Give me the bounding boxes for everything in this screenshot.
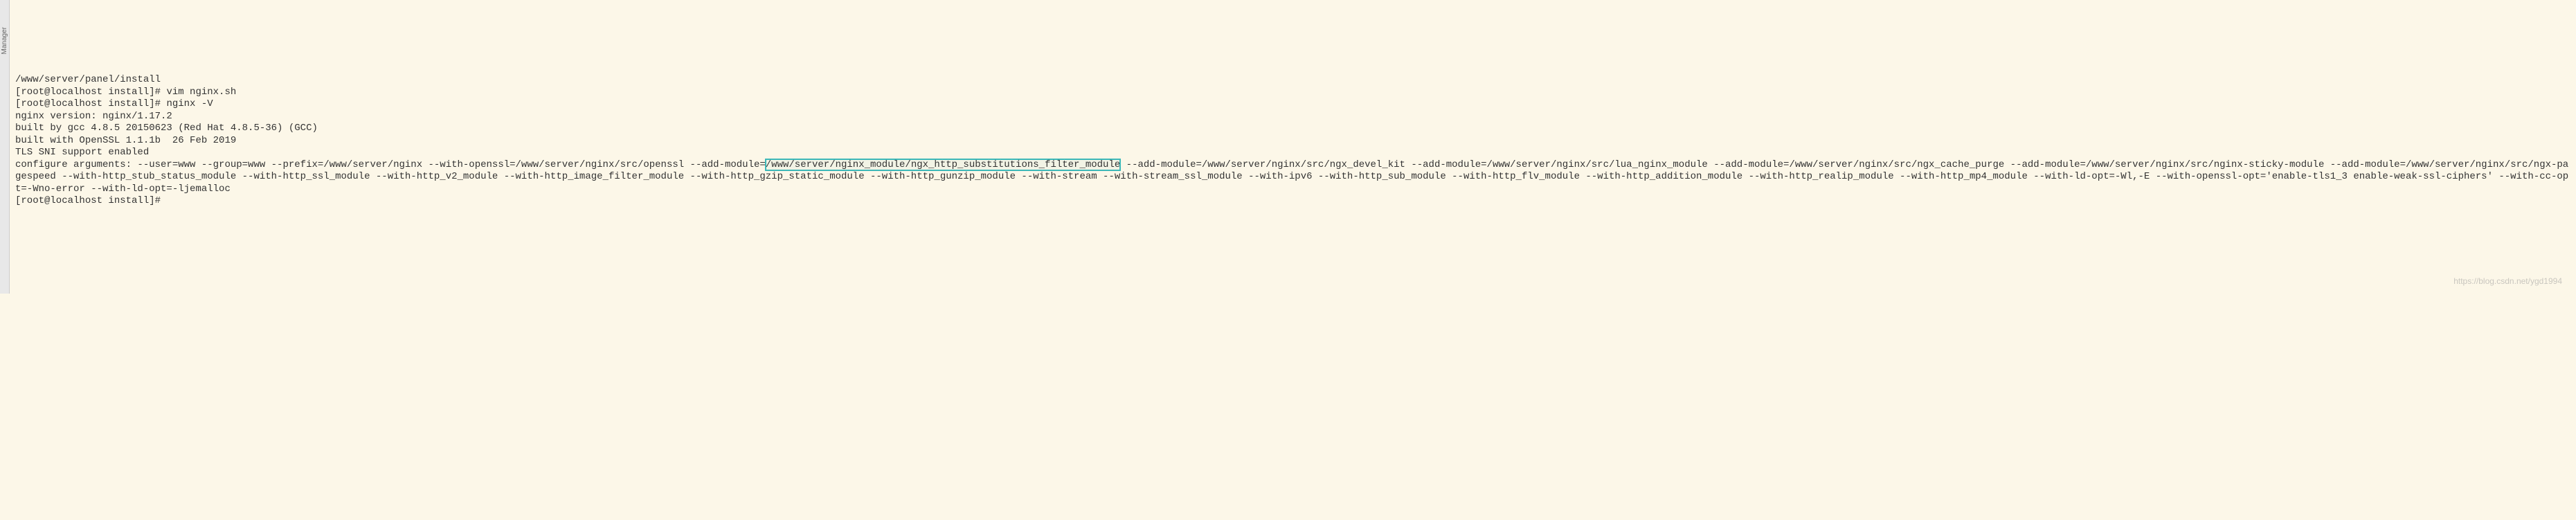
highlighted-module-path: /www/server/nginx_module/ngx_http_substi… <box>766 159 1120 170</box>
built-with: built with OpenSSL 1.1.1b 26 Feb 2019 <box>15 135 236 146</box>
prompt: [root@localhost install]# <box>15 195 161 206</box>
terminal-output: /www/server/panel/install [root@localhos… <box>12 74 2569 208</box>
prompt: [root@localhost install]# <box>15 98 166 109</box>
sidebar-tab[interactable]: Manager <box>0 0 10 294</box>
built-by: built by gcc 4.8.5 20150623 (Red Hat 4.8… <box>15 123 318 134</box>
command-vim: vim nginx.sh <box>166 87 236 98</box>
nginx-version: nginx version: nginx/1.17.2 <box>15 111 172 122</box>
watermark: https://blog.csdn.net/ygd1994 <box>2453 276 2562 287</box>
prompt: [root@localhost install]# <box>15 87 166 98</box>
cwd-line: /www/server/panel/install <box>15 74 161 85</box>
configure-pre: configure arguments: --user=www --group=… <box>15 159 766 170</box>
command-nginx-v: nginx -V <box>166 98 213 109</box>
sidebar-tab-label: Manager <box>0 24 10 57</box>
tls-sni: TLS SNI support enabled <box>15 147 149 158</box>
